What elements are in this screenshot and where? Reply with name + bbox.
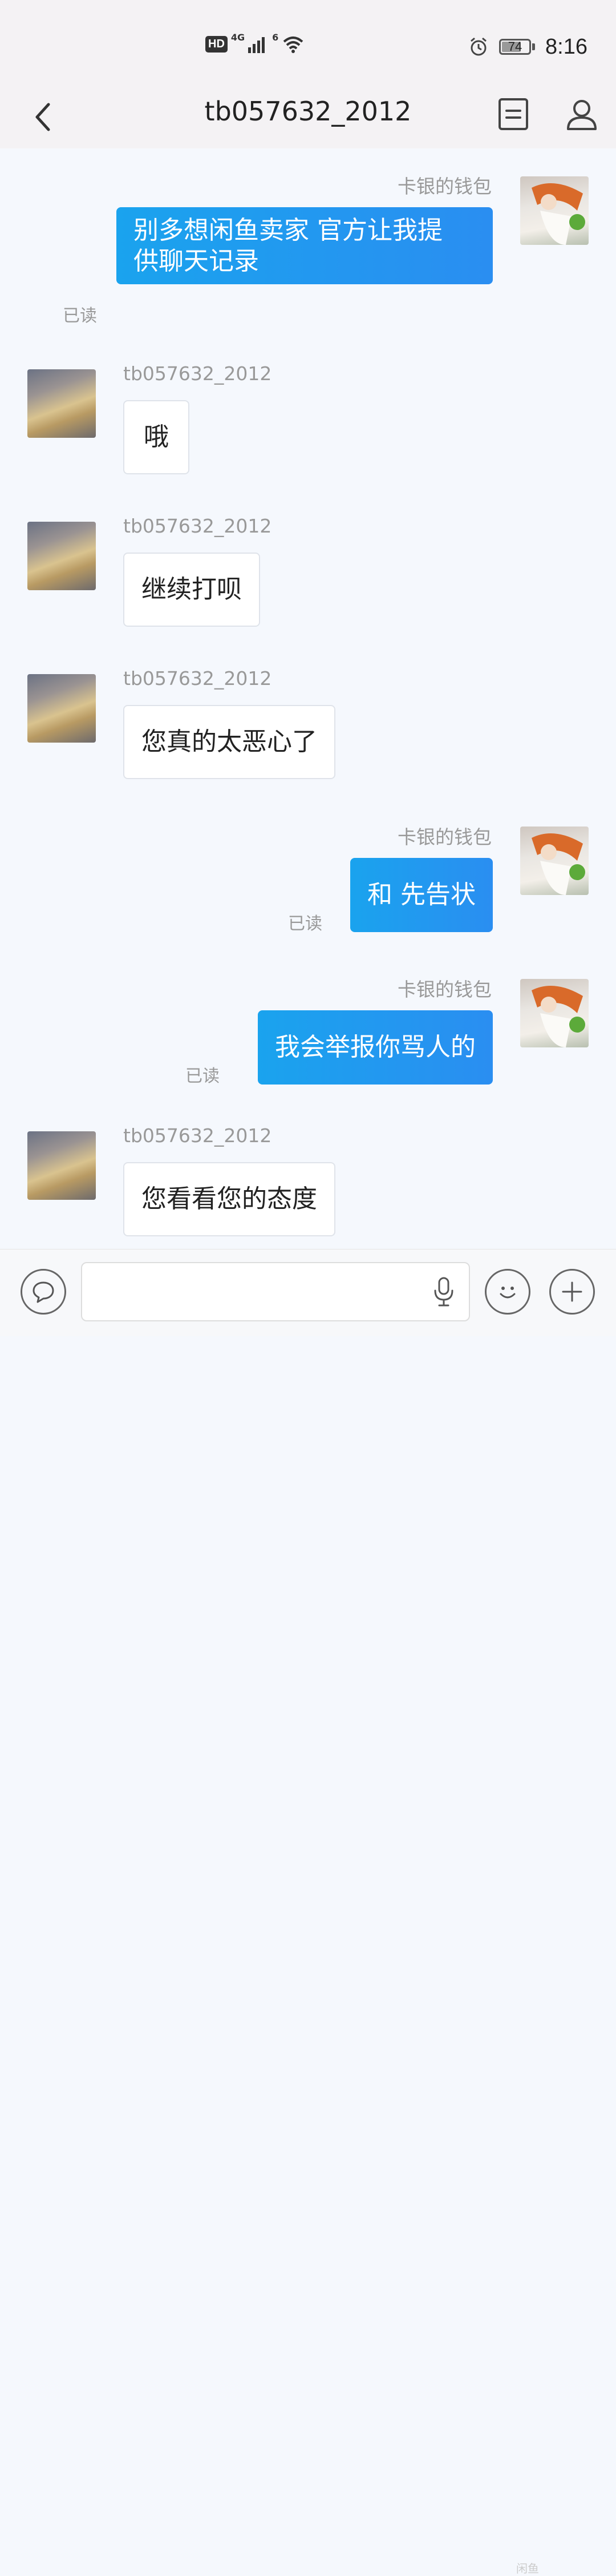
smiley-icon (500, 1287, 516, 1299)
battery-tip (532, 43, 536, 50)
sender-name: tb057632_2012 (123, 362, 272, 385)
sender-name: tb057632_2012 (123, 667, 272, 690)
sender-name: 卡银的钱包 (398, 978, 492, 1001)
message-bubble[interactable]: 继续打呗 (123, 553, 260, 627)
status-left: HD 4G 6 (205, 30, 305, 58)
notes-button[interactable] (491, 91, 536, 137)
wifi-icon (283, 37, 303, 53)
message-text: 我会举报你骂人的 (275, 1033, 476, 1062)
input-bar: 闲鱼 (0, 1249, 616, 2575)
message-bubble[interactable]: 我会举报你骂人的 (258, 1010, 493, 1085)
message-input[interactable] (81, 1262, 470, 1321)
microphone-icon (434, 1277, 453, 1307)
avatar-self-image (532, 833, 585, 895)
emoji-button[interactable] (485, 1269, 530, 1315)
more-button[interactable] (549, 1269, 595, 1315)
status-right: 74 8:16 (468, 30, 587, 64)
clock: 8:16 (545, 34, 587, 59)
avatar[interactable] (27, 674, 96, 743)
person-icon (567, 100, 597, 130)
profile-button[interactable] (559, 91, 605, 137)
read-receipt: 已读 (185, 1066, 220, 1086)
message-bubble[interactable]: 您真的太恶心了 (123, 705, 335, 779)
message-text: 哦 (144, 422, 169, 451)
avatar[interactable] (520, 827, 589, 895)
message-text-line: 别多想闲鱼卖家 官方让我提 (133, 216, 443, 245)
message-text: 和 先告状 (367, 880, 476, 909)
chat-header: tb057632_2012 (0, 83, 616, 148)
battery-level: 74 (508, 39, 522, 54)
sender-name: tb057632_2012 (123, 515, 272, 537)
status-bar: HD 4G 6 74 8:16 (0, 0, 616, 83)
hd-badge: HD (205, 35, 228, 53)
document-icon (499, 98, 528, 130)
read-receipt: 已读 (288, 914, 322, 934)
message-bubble[interactable]: 您看看您的态度 (123, 1162, 335, 1236)
avatar[interactable] (27, 522, 96, 590)
message-bubble[interactable]: 别多想闲鱼卖家 官方让我提 供聊天记录 (116, 207, 493, 284)
sender-name: 卡银的钱包 (398, 826, 492, 848)
message-bubble[interactable]: 哦 (123, 400, 189, 474)
message-bubble[interactable]: 和 先告状 (350, 858, 493, 932)
wifi-label: 6 (272, 32, 279, 43)
chat-toggle-button[interactable] (21, 1269, 66, 1315)
sender-name: 卡银的钱包 (398, 175, 492, 197)
speech-bubble-icon (33, 1281, 54, 1303)
back-button[interactable] (20, 94, 66, 140)
plus-icon (562, 1281, 582, 1302)
message-text: 继续打呗 (141, 575, 242, 604)
message-text: 您看看您的态度 (141, 1184, 317, 1214)
signal-icon (248, 37, 265, 53)
watermark: 闲鱼 (516, 2562, 539, 2575)
alarm-icon (471, 37, 487, 56)
avatar-self-image (532, 183, 585, 245)
message-text: 您真的太恶心了 (141, 727, 317, 756)
read-receipt: 已读 (63, 306, 97, 326)
battery-indicator: 74 (499, 39, 532, 55)
message-text-line: 供聊天记录 (133, 247, 259, 276)
avatar[interactable] (27, 369, 96, 438)
avatar[interactable] (520, 979, 589, 1047)
sender-name: tb057632_2012 (123, 1124, 272, 1147)
message-list[interactable]: 卡银的钱包 别多想闲鱼卖家 官方让我提 供聊天记录 已读 tb057632_20… (0, 148, 616, 1249)
avatar-self-image (532, 986, 585, 1047)
avatar[interactable] (520, 176, 589, 245)
network-type: 4G (230, 32, 245, 43)
avatar[interactable] (27, 1131, 96, 1200)
back-chevron-icon (35, 103, 50, 131)
voice-button[interactable] (427, 1275, 461, 1309)
